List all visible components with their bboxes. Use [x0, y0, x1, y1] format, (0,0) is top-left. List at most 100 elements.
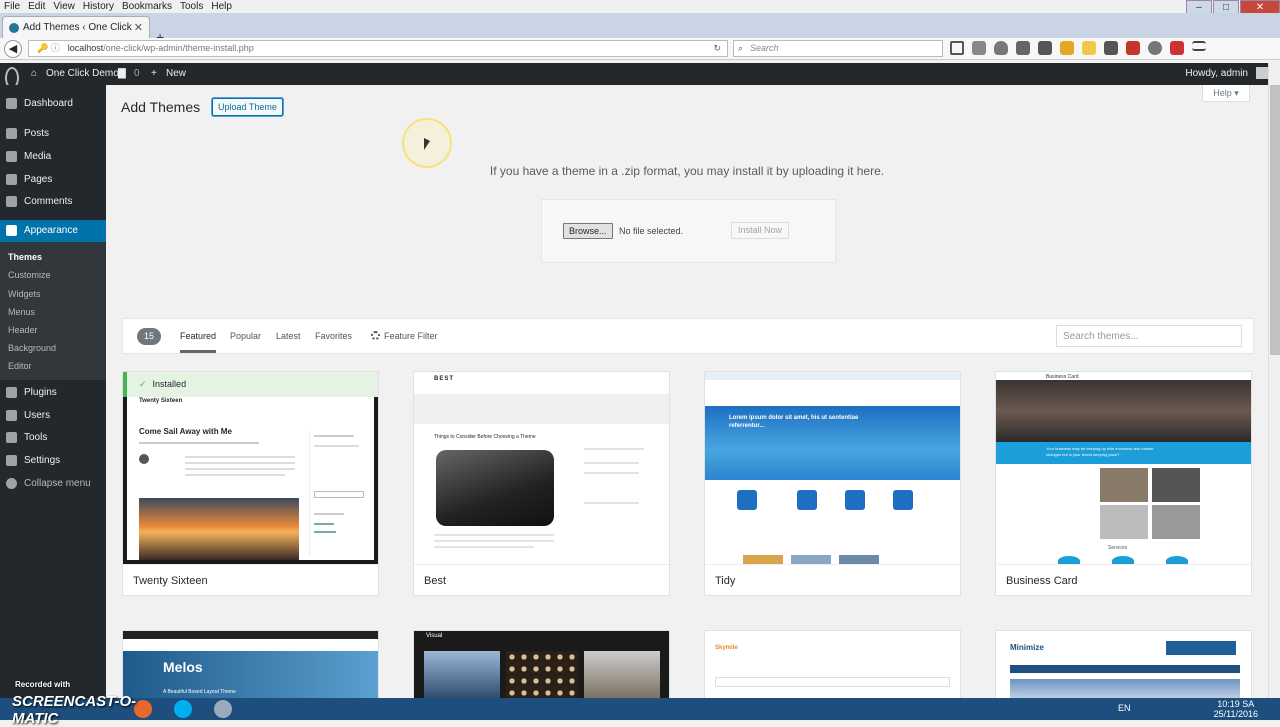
wrench-icon	[6, 432, 17, 443]
sidebar-item-settings[interactable]: Settings	[0, 450, 106, 472]
office-photo	[1100, 468, 1148, 502]
theme-card-business-card[interactable]: Business Card Your business may be keepi…	[995, 371, 1252, 596]
scrollbar-thumb[interactable]	[1270, 85, 1280, 355]
theme-name: Best	[414, 564, 669, 595]
collapse-menu-button[interactable]: Collapse menu	[0, 473, 106, 495]
service-icon	[1058, 556, 1080, 564]
browse-file-button[interactable]: Browse...	[563, 223, 613, 239]
preview-banner: Your business may be keeping up with eco…	[996, 442, 1251, 464]
feature-filter-button[interactable]: Feature Filter	[384, 319, 438, 353]
submenu-editor[interactable]: Editor	[0, 357, 106, 375]
search-themes-input[interactable]	[1056, 325, 1242, 347]
extension-icon[interactable]	[1104, 41, 1118, 55]
home-icon[interactable]	[1038, 41, 1052, 55]
menu-bookmarks[interactable]: Bookmarks	[122, 1, 172, 12]
reading-list-icon[interactable]	[972, 41, 986, 55]
submenu-widgets[interactable]: Widgets	[0, 285, 106, 303]
url-path: /one-click/wp-admin/theme-install.php	[103, 43, 254, 53]
sidebar-item-plugins[interactable]: Plugins	[0, 382, 106, 404]
theme-card-best[interactable]: BEST Things to Consider Before Choosing …	[413, 371, 670, 596]
comments-count[interactable]: 0	[134, 63, 140, 85]
submenu-menus[interactable]: Menus	[0, 303, 106, 321]
sidebar-item-tools[interactable]: Tools	[0, 427, 106, 449]
menu-tools[interactable]: Tools	[180, 1, 203, 12]
comments-icon	[6, 196, 17, 207]
wallet-image	[436, 450, 554, 526]
submenu-header[interactable]: Header	[0, 321, 106, 339]
site-name-link[interactable]: One Click Demo	[46, 63, 119, 85]
extension-icon[interactable]	[1148, 41, 1162, 55]
system-clock[interactable]: 10:19 SA 25/11/2016	[1214, 699, 1258, 719]
install-now-button[interactable]: Install Now	[731, 222, 790, 239]
extension-icon[interactable]	[1082, 41, 1096, 55]
close-tab-icon[interactable]: ✕	[134, 21, 143, 34]
language-indicator[interactable]: EN	[1118, 703, 1131, 713]
submenu-background[interactable]: Background	[0, 339, 106, 357]
submenu-themes[interactable]: Themes	[0, 248, 106, 266]
pocket-icon[interactable]	[994, 41, 1008, 55]
tab-favorites[interactable]: Favorites	[315, 319, 352, 353]
menu-help[interactable]: Help	[211, 1, 232, 12]
browser-search-input[interactable]: ⌕ Search	[733, 40, 943, 57]
bookmark-star-icon[interactable]	[950, 41, 964, 55]
text-line	[314, 435, 354, 437]
theme-card-visual[interactable]: Visual	[413, 630, 670, 700]
url-host: localhost	[67, 43, 104, 53]
extension-icon[interactable]	[1126, 41, 1140, 55]
menu-view[interactable]: View	[53, 1, 75, 12]
preview-logo: Visual	[426, 633, 443, 639]
tab-featured[interactable]: Featured	[180, 319, 217, 353]
home-icon[interactable]: ⌂	[31, 63, 37, 85]
sidebar-item-comments[interactable]: Comments	[0, 191, 106, 213]
help-tab-button[interactable]: Help ▾	[1202, 85, 1250, 102]
extension-icon[interactable]	[1170, 41, 1184, 55]
theme-card-melos[interactable]: Melos A Beautiful Boxed Layout Theme	[122, 630, 379, 700]
preview-services-heading: Services	[1108, 545, 1128, 551]
avatar[interactable]	[1256, 67, 1268, 79]
reload-icon[interactable]: ↻	[713, 41, 721, 56]
theme-card-twenty-sixteen[interactable]: ✓ Installed Twenty Sixteen Come Sail Away…	[122, 371, 379, 596]
download-icon[interactable]	[1016, 41, 1030, 55]
text-line	[185, 462, 295, 464]
submenu-customize[interactable]: Customize	[0, 266, 106, 284]
browser-tab[interactable]: Add Themes ‹ One Click Demo... ✕	[2, 16, 150, 38]
howdy-account-link[interactable]: Howdy, admin	[1185, 63, 1248, 85]
hamburger-menu-icon[interactable]	[1192, 41, 1206, 51]
preview-thumb	[743, 555, 783, 564]
theme-card-minimize[interactable]: Minimize	[995, 630, 1252, 700]
new-content-link[interactable]: New	[166, 63, 186, 85]
collapse-arrow-icon	[6, 478, 17, 489]
author-avatar	[139, 454, 149, 464]
page-scrollbar[interactable]	[1268, 63, 1280, 698]
sidebar-item-posts[interactable]: Posts	[0, 123, 106, 145]
theme-card-tidy[interactable]: Lorem ipsum dolor sit amet, his ut sente…	[704, 371, 961, 596]
plus-icon[interactable]: +	[151, 63, 157, 85]
tab-popular[interactable]: Popular	[230, 319, 261, 353]
site-info-icon[interactable]: 🔑 ⓘ	[37, 43, 60, 53]
menu-edit[interactable]: Edit	[28, 1, 45, 12]
back-arrow-icon[interactable]: ◀	[4, 40, 22, 58]
browser-menubar: File Edit View History Bookmarks Tools H…	[0, 0, 1280, 13]
sidebar-item-media[interactable]: Media	[0, 146, 106, 168]
skype-icon[interactable]	[174, 700, 192, 718]
sidebar-item-pages[interactable]: Pages	[0, 169, 106, 191]
preview-logo: Minimize	[1010, 643, 1044, 652]
menu-history[interactable]: History	[83, 1, 114, 12]
watermark-line1: Recorded with	[15, 680, 71, 689]
tab-latest[interactable]: Latest	[276, 319, 301, 353]
sidebar-item-label: Tools	[24, 432, 48, 443]
theme-name: Twenty Sixteen	[123, 564, 378, 595]
comments-icon[interactable]: ▇	[118, 63, 126, 85]
text-line	[434, 534, 554, 536]
sidebar-item-dashboard[interactable]: Dashboard	[0, 93, 106, 115]
theme-card-skymile[interactable]: Skymile	[704, 630, 961, 700]
extension-icon[interactable]	[1060, 41, 1074, 55]
sidebar-item-appearance[interactable]: Appearance	[0, 220, 106, 242]
menu-file[interactable]: File	[4, 1, 20, 12]
upload-theme-button[interactable]: Upload Theme	[212, 98, 283, 116]
url-bar[interactable]: 🔑 ⓘ localhost/one-click/wp-admin/theme-in…	[28, 40, 728, 57]
sidebar-item-users[interactable]: Users	[0, 405, 106, 427]
theme-screenshot: BEST Things to Consider Before Choosing …	[414, 372, 669, 564]
office-photo	[1100, 505, 1148, 539]
app-icon[interactable]	[214, 700, 232, 718]
